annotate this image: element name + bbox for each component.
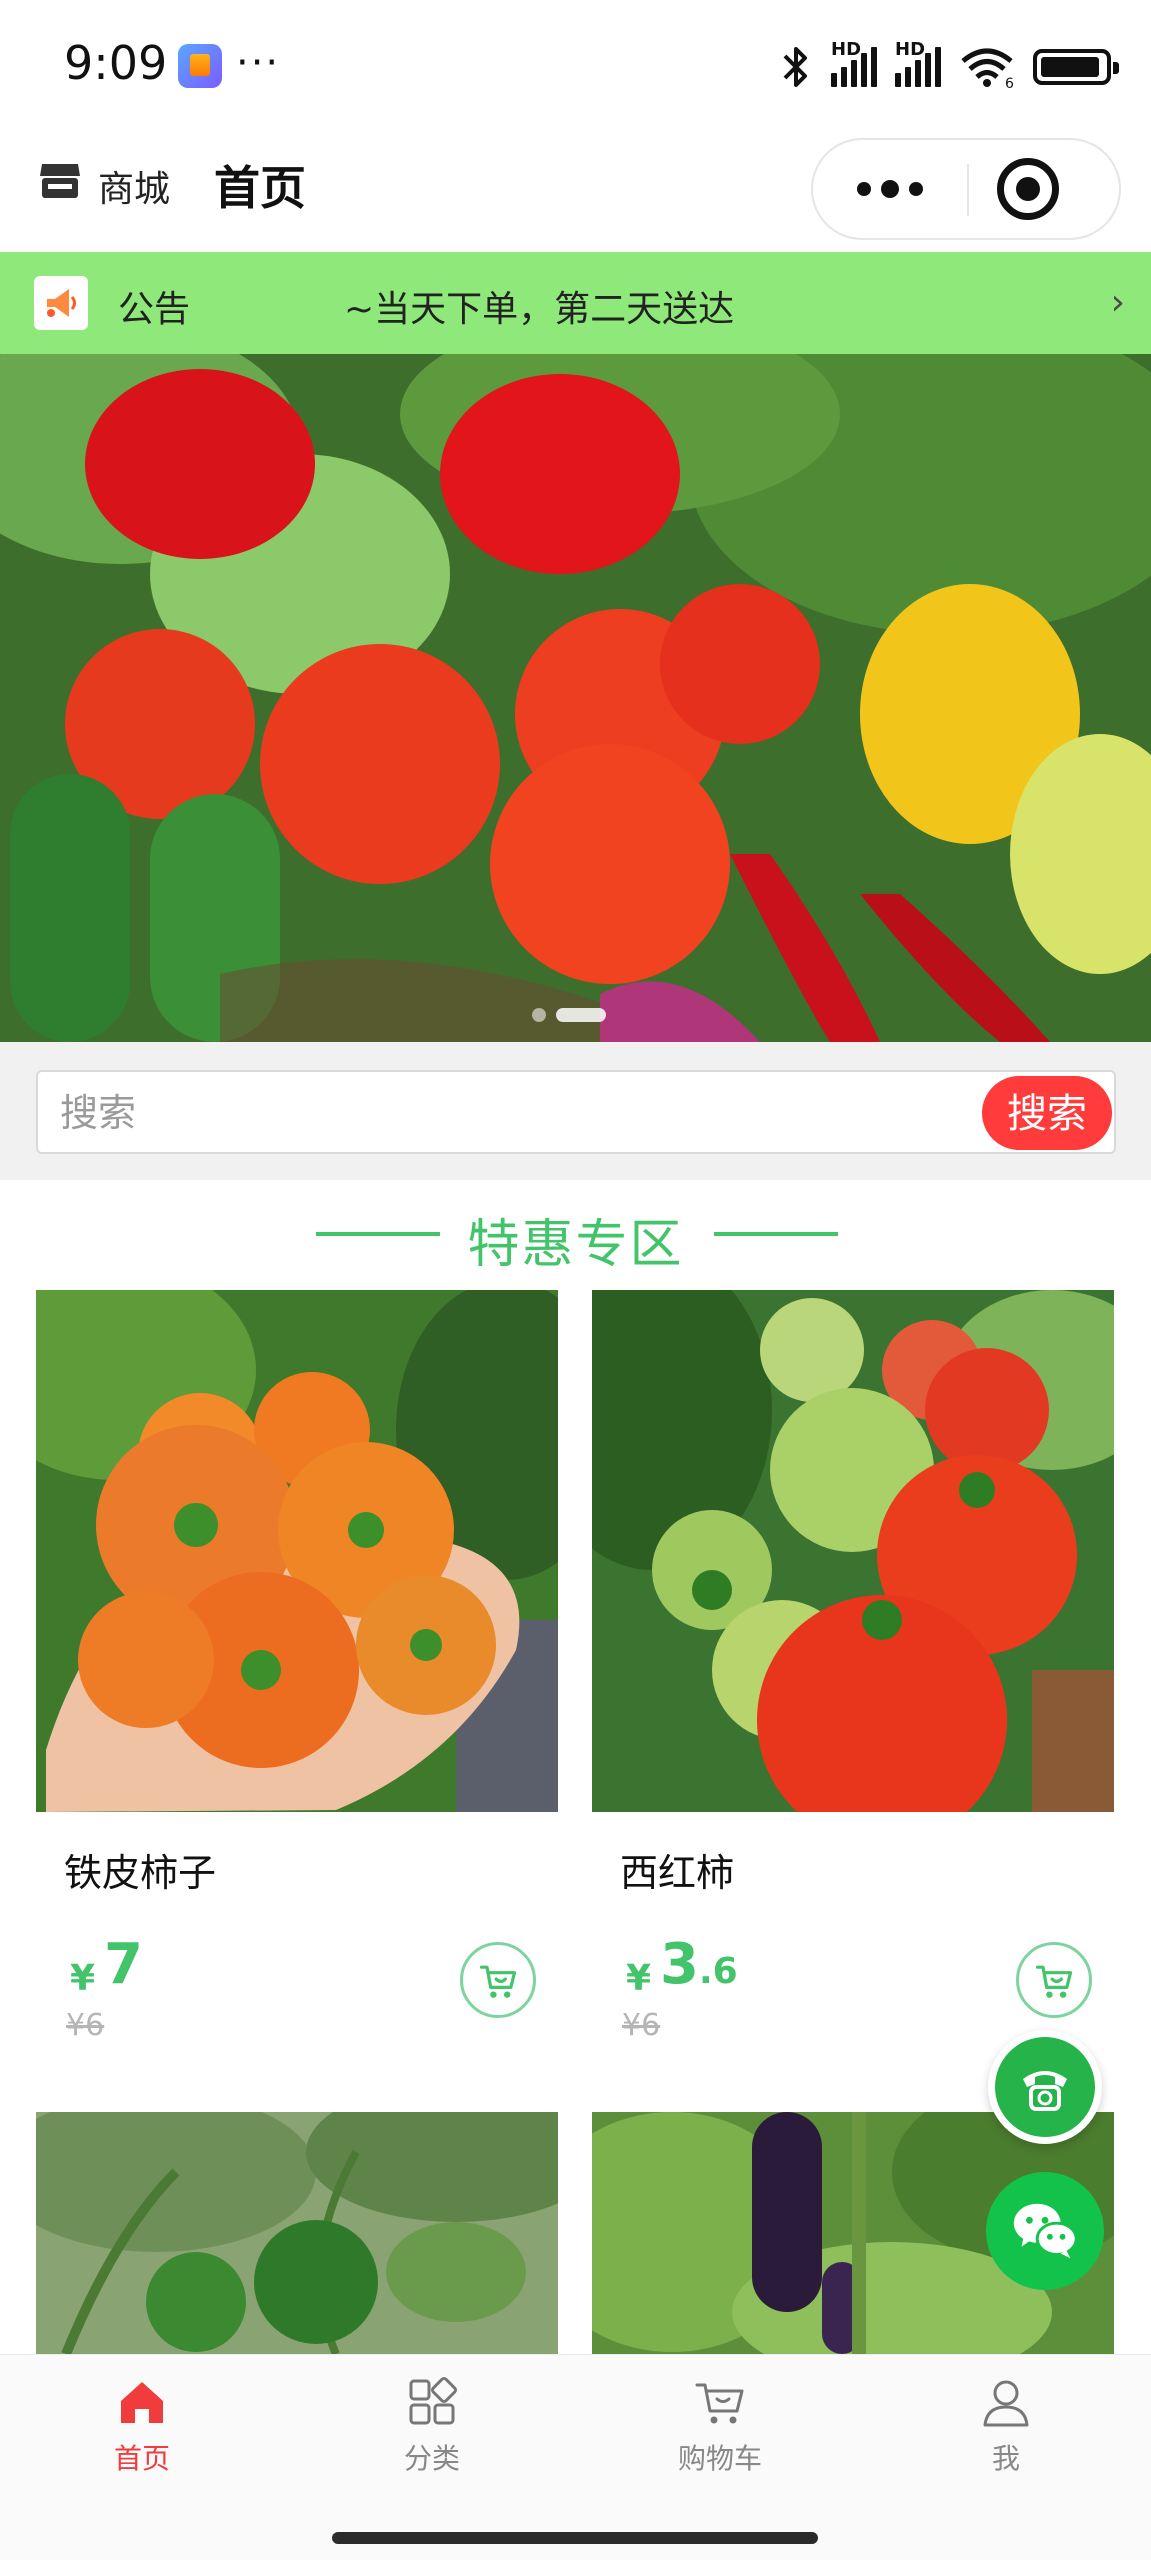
announcement-bar[interactable]: 公告 ~当天下单，第二天送达 › — [0, 252, 1151, 354]
product-name[interactable]: 铁皮柿子 — [64, 1842, 216, 1897]
status-time: 9:09 — [64, 36, 168, 90]
price-currency: ¥ — [626, 1958, 652, 1999]
more-notifications-indicator: ··· — [236, 40, 281, 86]
carousel-indicator — [532, 1008, 606, 1022]
tab-me[interactable]: 我 — [906, 2375, 1106, 2495]
banner-carousel[interactable] — [0, 354, 1151, 1042]
special-offers-header: 特惠专区 — [0, 1180, 1151, 1290]
home-icon — [121, 2382, 163, 2423]
tab-label: 分类 — [403, 2442, 460, 2475]
category-icon — [409, 2377, 457, 2425]
svg-text:6: 6 — [1005, 76, 1014, 89]
add-to-cart-button[interactable] — [1016, 1942, 1092, 2018]
more-menu-button[interactable] — [813, 140, 967, 238]
megaphone-icon — [34, 276, 88, 330]
tab-category[interactable]: 分类 — [332, 2375, 532, 2495]
tab-label: 首页 — [113, 2442, 170, 2475]
product-image[interactable] — [36, 1290, 558, 1812]
chevron-right-icon: › — [1110, 282, 1125, 323]
section-title: 特惠专区 — [467, 1215, 684, 1275]
cart-icon — [695, 2383, 744, 2424]
cart-icon — [479, 1965, 517, 1998]
search-input[interactable] — [58, 1084, 958, 1142]
home-indicator[interactable] — [332, 2532, 818, 2544]
product-name[interactable]: 西红柿 — [620, 1842, 734, 1897]
announcement-label: 公告 — [118, 289, 191, 330]
title-bar: 商城 首页 — [0, 130, 1151, 252]
more-dots-icon — [857, 182, 871, 196]
original-price: ¥6 — [622, 2008, 661, 2043]
user-icon — [983, 2380, 1029, 2427]
wifi-icon: 6 — [959, 45, 1015, 92]
wechat-icon — [1013, 2203, 1078, 2259]
carousel-dot — [532, 1008, 546, 1022]
tab-cart[interactable]: 购物车 — [620, 2375, 820, 2495]
search-bar: 搜索 — [36, 1070, 1116, 1154]
tab-label: 购物车 — [677, 2442, 762, 2475]
product-price: 3.6 — [660, 1932, 738, 1997]
status-icons: HD HD 6 — [779, 39, 1119, 92]
search-section: 搜索 — [0, 1042, 1151, 1180]
vegetables-banner-image — [0, 354, 1151, 1042]
tab-home[interactable]: 首页 — [42, 2375, 242, 2495]
product-price: 7 — [104, 1932, 143, 1997]
bluetooth-icon — [779, 44, 813, 90]
product-image[interactable] — [36, 2112, 558, 2354]
product-card[interactable]: 铁皮柿子 ¥ 7 ¥6 — [36, 1290, 558, 2080]
carousel-dot-active — [556, 1008, 606, 1022]
wechat-contact-button[interactable] — [986, 2172, 1104, 2290]
tab-label: 我 — [991, 2442, 1020, 2475]
store-icon[interactable] — [38, 160, 82, 202]
status-bar: 9:09 ··· HD HD 6 — [0, 0, 1151, 130]
product-card[interactable] — [36, 2112, 558, 2354]
battery-icon — [1033, 49, 1119, 85]
mini-program-capsule — [811, 138, 1121, 240]
search-button[interactable]: 搜索 — [982, 1076, 1112, 1150]
bottom-tab-bar: 首页 分类 购物车 我 — [0, 2354, 1151, 2510]
cellular-signal-icon-2: HD — [895, 39, 941, 87]
announcement-text: ~当天下单，第二天送达 — [344, 289, 735, 330]
price-currency: ¥ — [70, 1958, 96, 1999]
page-title: 首页 — [214, 161, 306, 215]
phone-icon — [1023, 2071, 1067, 2111]
product-image[interactable] — [592, 1290, 1114, 1812]
add-to-cart-button[interactable] — [460, 1942, 536, 2018]
product-card[interactable]: 西红柿 ¥ 3.6 ¥6 — [592, 1290, 1114, 2080]
phone-call-button[interactable] — [988, 2030, 1102, 2144]
store-label[interactable]: 商城 — [98, 160, 170, 212]
capsule-divider — [967, 164, 969, 216]
cellular-signal-icon: HD — [831, 39, 877, 87]
app-notification-icon — [178, 44, 222, 88]
cart-icon — [1035, 1965, 1073, 1998]
section-divider-right — [714, 1232, 838, 1236]
close-mini-program-button[interactable] — [997, 158, 1059, 220]
original-price: ¥6 — [66, 2008, 105, 2043]
